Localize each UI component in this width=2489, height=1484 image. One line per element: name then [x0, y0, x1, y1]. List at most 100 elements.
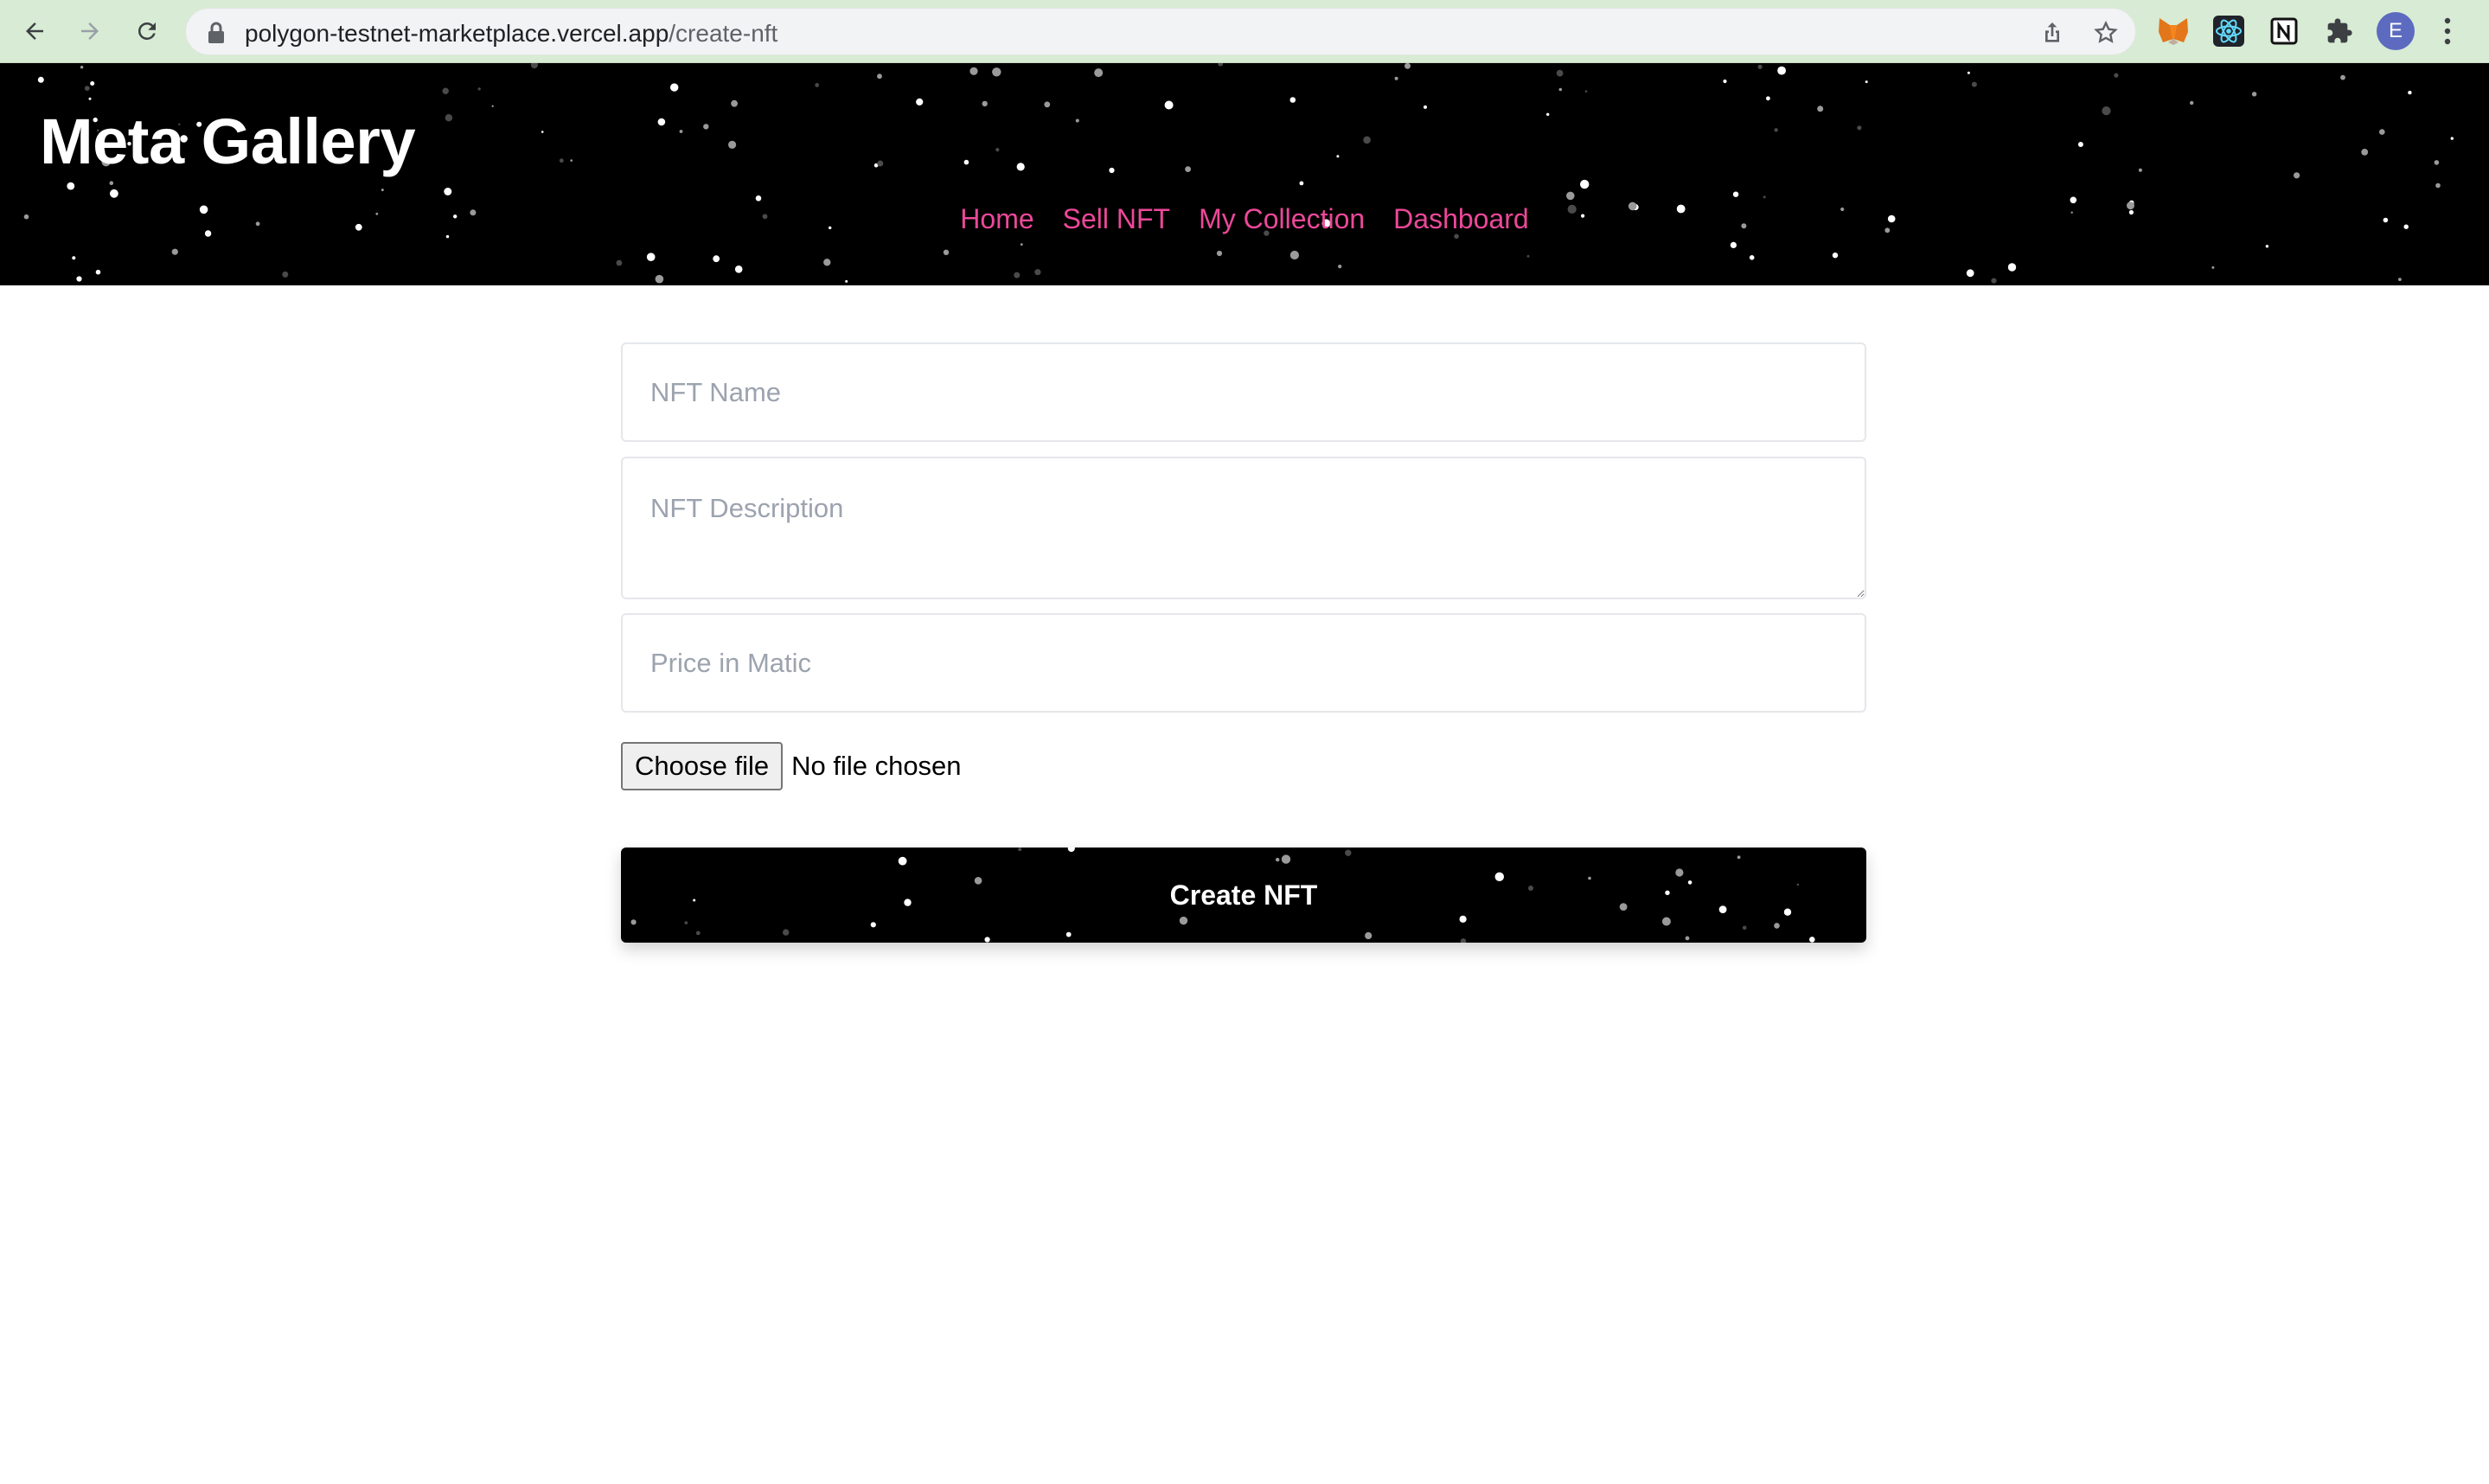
star	[2102, 106, 2111, 116]
star	[1338, 265, 1342, 269]
star	[783, 929, 790, 936]
star	[992, 67, 1001, 77]
star	[877, 74, 882, 80]
star	[1365, 931, 1372, 940]
star	[845, 279, 848, 283]
nav-link-dashboard[interactable]: Dashboard	[1393, 203, 1529, 235]
star	[1777, 66, 1787, 75]
star	[1345, 849, 1352, 856]
star	[491, 105, 494, 107]
star	[282, 271, 289, 278]
star	[1216, 250, 1223, 257]
nav-link-my-collection[interactable]: My Collection	[1199, 203, 1365, 235]
nav-link-sell-nft[interactable]: Sell NFT	[1063, 203, 1170, 235]
star	[679, 130, 683, 133]
star	[2379, 129, 2385, 135]
nft-name-input[interactable]	[621, 342, 1866, 442]
star	[646, 253, 656, 261]
star	[1067, 848, 1075, 853]
star	[870, 922, 876, 928]
star	[1020, 243, 1023, 246]
star	[969, 67, 978, 75]
star	[1044, 101, 1051, 108]
star	[1526, 254, 1530, 258]
star	[570, 159, 573, 162]
star	[1459, 915, 1467, 923]
address-bar[interactable]: polygon-testnet-marketplace.vercel.app/c…	[185, 8, 2136, 55]
site-header: Meta Gallery Home Sell NFT My Collection…	[0, 63, 2489, 285]
star	[109, 181, 114, 185]
star	[616, 259, 623, 266]
share-icon[interactable]	[2038, 19, 2066, 47]
star	[76, 276, 82, 282]
star	[2434, 160, 2440, 165]
forward-arrow-icon[interactable]	[71, 12, 109, 50]
star	[823, 259, 831, 266]
star	[559, 158, 564, 163]
star	[1730, 241, 1737, 248]
url-text: polygon-testnet-marketplace.vercel.app/c…	[245, 20, 777, 48]
star	[1164, 100, 1174, 110]
nft-description-textarea[interactable]	[621, 457, 1866, 599]
back-arrow-icon[interactable]	[16, 12, 54, 50]
star	[1796, 883, 1800, 886]
extensions-puzzle-icon[interactable]	[2323, 15, 2356, 48]
bookmark-star-icon[interactable]	[2092, 19, 2120, 47]
star	[1299, 181, 1304, 186]
notion-icon[interactable]	[2268, 15, 2300, 48]
star	[1276, 857, 1280, 862]
star	[684, 921, 688, 924]
star	[2408, 90, 2412, 95]
reload-icon[interactable]	[128, 12, 166, 50]
star	[95, 269, 101, 275]
star	[974, 877, 982, 885]
react-devtools-icon[interactable]	[2212, 15, 2245, 48]
create-nft-button[interactable]: Create NFT	[621, 848, 1866, 943]
price-input[interactable]	[621, 613, 1866, 713]
nav-link-home[interactable]: Home	[960, 203, 1033, 235]
metamask-fox-icon[interactable]	[2157, 15, 2190, 48]
star	[1749, 255, 1755, 260]
file-upload: Choose file No file chosen	[621, 742, 962, 790]
star	[1718, 905, 1727, 913]
choose-file-button[interactable]: Choose file	[621, 742, 784, 790]
star	[1363, 136, 1371, 144]
star	[695, 931, 701, 936]
main-nav: Home Sell NFT My Collection Dashboard	[0, 203, 2489, 235]
star	[1566, 191, 1575, 201]
star	[1094, 68, 1104, 78]
star	[963, 159, 969, 165]
star	[1783, 908, 1792, 916]
star	[2450, 137, 2454, 140]
star	[1336, 155, 1340, 158]
star	[88, 97, 92, 100]
star	[984, 937, 990, 943]
site-title: Meta Gallery	[40, 106, 416, 177]
star	[445, 234, 450, 239]
star	[1766, 96, 1770, 101]
star	[1580, 179, 1590, 189]
star	[1424, 105, 1427, 109]
profile-avatar[interactable]: E	[2377, 12, 2415, 50]
star	[442, 87, 449, 94]
star	[2265, 245, 2269, 248]
kebab-menu-icon[interactable]	[2439, 16, 2456, 47]
star	[670, 83, 679, 92]
star	[713, 255, 720, 263]
star	[84, 86, 90, 91]
star	[1289, 97, 1296, 103]
star	[1584, 90, 1588, 93]
star	[2361, 149, 2369, 156]
star	[1075, 118, 1079, 123]
star	[530, 63, 538, 69]
star	[1685, 936, 1690, 941]
star	[1556, 69, 1564, 77]
star	[755, 195, 762, 201]
star	[1732, 191, 1739, 197]
star	[1065, 931, 1072, 937]
star	[1809, 937, 1815, 943]
create-nft-label: Create NFT	[1169, 879, 1318, 911]
star	[731, 99, 738, 107]
star	[1723, 79, 1727, 84]
star	[1971, 81, 1977, 87]
